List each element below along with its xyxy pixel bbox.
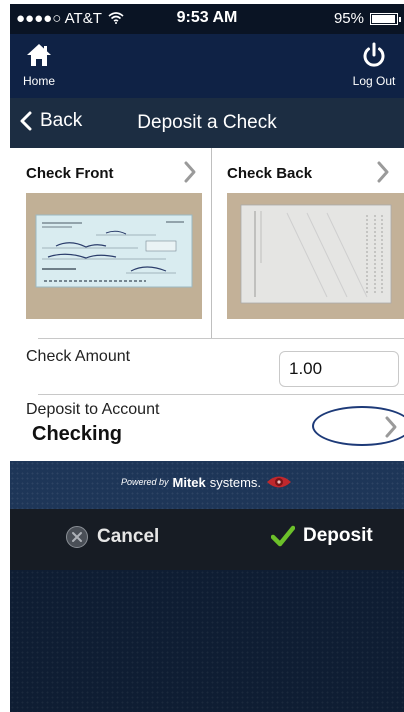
check-front-image	[26, 193, 202, 319]
powered-by-content: Powered by Mitek systems.	[10, 473, 404, 491]
brand-name-light: systems.	[209, 474, 262, 490]
cancel-label: Cancel	[97, 526, 160, 547]
deposit-button[interactable]: Deposit	[271, 525, 373, 547]
divider	[38, 394, 404, 395]
home-button[interactable]: Home	[14, 42, 64, 88]
home-icon	[27, 44, 51, 66]
check-back-panel[interactable]: Check Back	[213, 148, 404, 338]
checkmark-icon	[271, 525, 295, 547]
check-front-panel[interactable]: Check Front	[10, 148, 212, 338]
powered-by-text: Powered by	[120, 477, 169, 487]
check-back-label: Check Back	[227, 165, 313, 182]
home-label: Home	[22, 74, 55, 88]
phone-screen: ●●●●○ AT&T 9:53 AM 95% Home Log Out Depo…	[10, 4, 404, 712]
chevron-right-icon	[377, 161, 389, 183]
powered-by-banner: Powered by Mitek systems.	[10, 461, 404, 509]
mitek-eye-logo-icon	[267, 476, 292, 488]
check-front-label: Check Front	[26, 165, 114, 182]
back-label: Back	[40, 110, 83, 131]
empty-background	[10, 570, 404, 712]
logout-button[interactable]: Log Out	[344, 42, 404, 88]
chevron-right-icon[interactable]	[384, 415, 398, 439]
brand-name-strong: Mitek	[172, 474, 206, 490]
back-button[interactable]: Back	[20, 110, 82, 132]
chevron-left-icon	[20, 111, 32, 131]
title-bar: Deposit a Check Back	[10, 98, 404, 148]
check-back-image	[227, 193, 404, 319]
top-nav: Home Log Out	[10, 34, 404, 98]
deposit-account-value[interactable]: Checking	[32, 423, 122, 446]
deposit-form: Check Front Check Back Check Amount 1.00…	[10, 148, 404, 461]
divider	[38, 338, 404, 339]
cancel-button[interactable]: Cancel	[65, 525, 159, 549]
power-icon	[363, 42, 385, 67]
deposit-label: Deposit	[303, 525, 373, 546]
cancel-icon	[66, 526, 88, 548]
chevron-right-icon	[184, 161, 196, 183]
check-amount-label: Check Amount	[26, 348, 131, 365]
deposit-account-label: Deposit to Account	[26, 401, 160, 418]
action-bar: Cancel Deposit	[10, 509, 404, 570]
battery-icon	[370, 12, 401, 25]
logout-label: Log Out	[352, 74, 396, 88]
battery-percent: 95%	[333, 10, 364, 27]
battery-status: 95%	[333, 10, 401, 27]
check-amount-input[interactable]: 1.00	[279, 351, 399, 387]
status-bar: ●●●●○ AT&T 9:53 AM 95%	[10, 4, 404, 34]
